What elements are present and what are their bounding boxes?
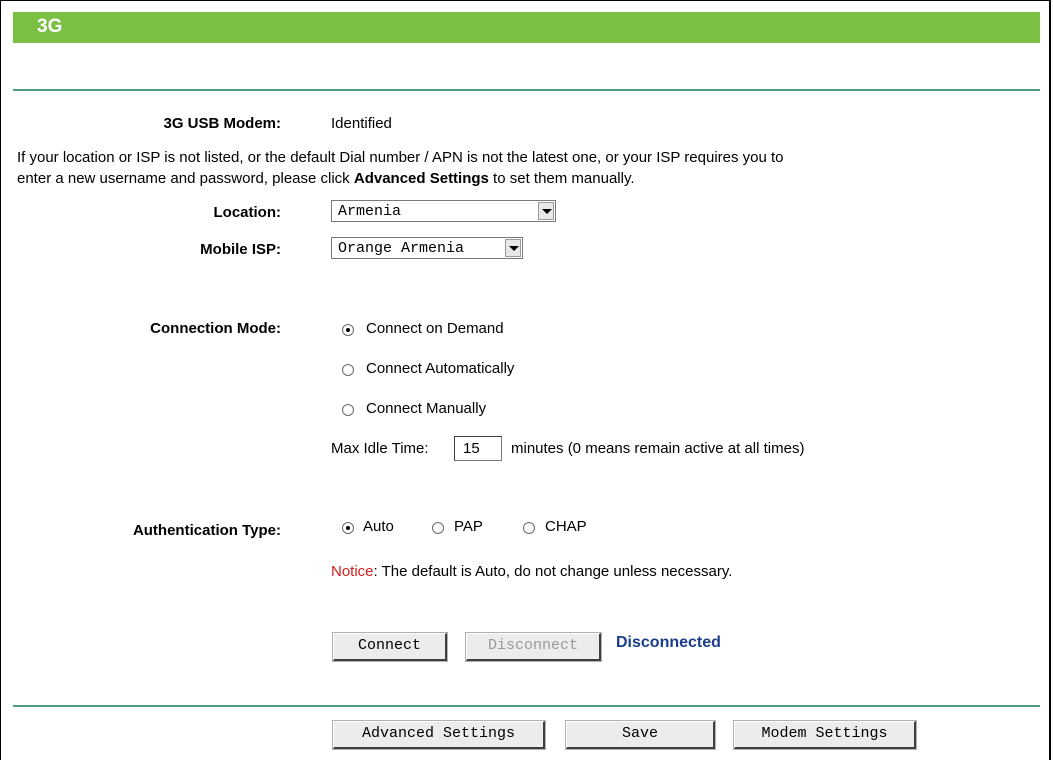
mobile-isp-select-value: Orange Armenia [338, 240, 465, 257]
authentication-type-label: Authentication Type: [132, 522, 281, 539]
info-line-2-prefix: enter a new username and password, pleas… [17, 170, 354, 187]
mobile-isp-select[interactable]: Orange Armenia [331, 237, 523, 259]
connection-mode-label: Connection Mode: [150, 320, 281, 337]
connect-button[interactable]: Connect [332, 632, 448, 662]
mobile-isp-label: Mobile ISP: [200, 241, 281, 258]
divider-bottom [13, 705, 1040, 707]
disconnect-button[interactable]: Disconnect [465, 632, 602, 662]
notice-text: : The default is Auto, do not change unl… [373, 563, 733, 580]
auth-auto-label: Auto [363, 518, 394, 535]
modem-settings-button[interactable]: Modem Settings [733, 720, 917, 750]
info-line-2-suffix: to set them manually. [488, 170, 635, 187]
location-select[interactable]: Armenia [331, 200, 556, 222]
auth-pap-label: PAP [454, 518, 483, 535]
radio-auth-auto[interactable] [342, 522, 354, 534]
chevron-down-icon[interactable] [538, 202, 554, 220]
radio-auth-chap[interactable] [523, 522, 535, 534]
radio-auth-pap[interactable] [432, 522, 444, 534]
location-label: Location: [213, 204, 282, 221]
modem-status: Identified [331, 115, 392, 132]
max-idle-time-input[interactable]: 15 [454, 436, 502, 461]
divider-top [13, 89, 1040, 91]
chevron-down-icon[interactable] [505, 239, 521, 257]
modem-label: 3G USB Modem: [163, 115, 281, 132]
info-line-1: If your location or ISP is not listed, o… [17, 149, 784, 166]
connect-manually-label: Connect Manually [366, 400, 487, 417]
auth-chap-label: CHAP [545, 518, 587, 535]
max-idle-time-hint: minutes (0 means remain active at all ti… [511, 440, 805, 457]
radio-connect-automatically[interactable] [342, 364, 354, 376]
info-line-2: enter a new username and password, pleas… [17, 170, 635, 187]
info-advanced-link-text: Advanced Settings [353, 170, 489, 187]
save-button[interactable]: Save [565, 720, 716, 750]
title-bar: 3G [13, 12, 1040, 43]
max-idle-time-label: Max Idle Time: [331, 440, 429, 457]
notice-line: Notice: The default is Auto, do not chan… [331, 563, 732, 580]
radio-connect-on-demand[interactable] [342, 324, 354, 336]
advanced-settings-button[interactable]: Advanced Settings [332, 720, 546, 750]
location-select-value: Armenia [338, 203, 402, 220]
radio-connect-manually[interactable] [342, 404, 354, 416]
connect-automatically-label: Connect Automatically [366, 360, 515, 377]
connect-on-demand-label: Connect on Demand [366, 320, 504, 337]
page-title: 3G [37, 16, 63, 37]
connection-status: Disconnected [616, 634, 721, 651]
notice-label: Notice [331, 563, 374, 580]
